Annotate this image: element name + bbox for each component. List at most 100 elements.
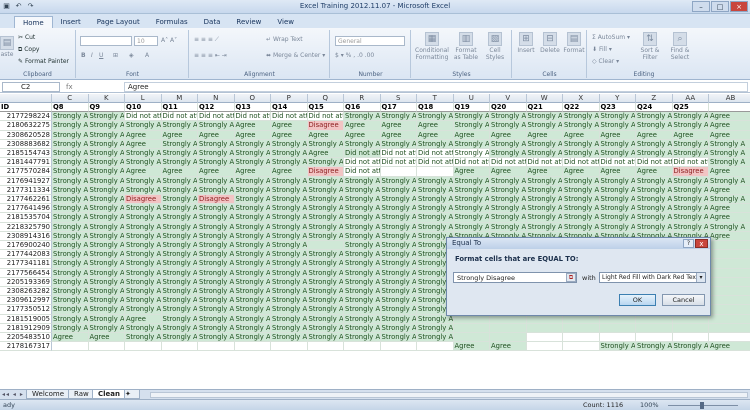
data-cell[interactable]: Strongly A [344,231,381,241]
data-cell[interactable]: Strongly A [271,287,308,297]
data-cell[interactable] [380,167,417,177]
data-cell[interactable]: Agree [453,167,490,177]
data-cell[interactable]: Strongly A [198,176,235,186]
data-cell[interactable]: Strongly A [380,296,417,306]
row-id-cell[interactable]: 2177462261 [0,195,52,205]
data-cell[interactable]: Strongly A [234,213,271,223]
data-cell[interactable]: Strongly A [344,185,381,195]
data-cell[interactable]: Strongly A [636,176,673,186]
data-cell[interactable]: Strongly A [198,296,235,306]
data-cell[interactable]: Strongly A [636,195,673,205]
conditional-formatting-button[interactable]: ▦ Conditional Formatting [414,32,450,61]
data-cell[interactable]: Strongly A [307,296,344,306]
data-cell[interactable]: Strongly A [380,287,417,297]
data-cell[interactable]: Agree [417,121,454,131]
data-cell[interactable]: Strongly A [234,139,271,149]
header-cell[interactable]: Q20 [490,103,527,113]
data-cell[interactable]: Strongly A [344,241,381,251]
data-cell[interactable]: Strongly A [453,149,490,159]
data-cell[interactable]: Strongly A [417,213,454,223]
data-cell[interactable]: Strongly A [344,277,381,287]
data-cell[interactable]: Disagree [198,195,235,205]
data-cell[interactable]: Strongly A [672,112,709,122]
wrap-text-button[interactable]: ↵ Wrap Text [266,36,303,43]
currency-icon[interactable]: $ ▾ % , .0 .00 [335,52,374,59]
data-cell[interactable]: Strongly A [490,139,527,149]
data-cell[interactable]: Strongly A [125,222,162,232]
data-cell[interactable]: Strongly A [161,314,198,324]
data-cell[interactable]: Strongly A [125,333,162,343]
data-cell[interactable]: Strongly A [307,314,344,324]
data-cell[interactable]: Did not att [307,112,344,122]
data-cell[interactable]: Strongly A [307,333,344,343]
format-as-table-button[interactable]: ▥ Format as Table [452,32,480,61]
data-cell[interactable]: Strongly A [234,333,271,343]
data-cell[interactable]: Strongly A [271,139,308,149]
row-id-cell[interactable]: 2181535704 [0,213,52,223]
column-header[interactable]: S [381,94,417,103]
data-cell[interactable]: Strongly A [307,195,344,205]
row-id-cell[interactable]: 2177341181 [0,259,52,269]
data-cell[interactable]: Strongly A [490,149,527,159]
data-cell[interactable]: Strongly A [271,259,308,269]
data-cell[interactable]: Agree [161,130,198,140]
column-header[interactable]: P [271,94,308,103]
data-cell[interactable]: Strongly A [417,195,454,205]
data-cell[interactable]: Strongly A [198,139,235,149]
data-cell[interactable]: Agree [709,204,750,214]
data-cell[interactable]: Strongly A [344,268,381,278]
data-cell[interactable]: Strongly A [88,241,125,251]
data-cell[interactable]: Strongly A [307,268,344,278]
data-cell[interactable]: Strongly A [344,112,381,122]
paste-button[interactable]: ▤ aste [0,36,14,58]
data-cell[interactable]: Strongly A [490,185,527,195]
data-cell[interactable]: Strongly A [198,333,235,343]
data-cell[interactable]: Strongly A [307,213,344,223]
header-cell[interactable]: Q16 [344,103,381,113]
data-cell[interactable]: Strongly A [52,287,89,297]
data-cell[interactable]: Strongly A [380,250,417,260]
row-id-cell[interactable]: 2176900240 [0,241,52,251]
data-cell[interactable]: Agree [125,130,162,140]
data-cell[interactable]: Strongly A [672,185,709,195]
sort-filter-button[interactable]: ⇅ Sort & Filter [636,32,664,61]
data-cell[interactable]: Strongly A [52,130,89,140]
zoom-slider-handle[interactable] [700,402,704,409]
data-cell[interactable] [709,277,750,287]
data-cell[interactable]: Strongly A [52,314,89,324]
header-cell[interactable]: Q8 [52,103,89,113]
data-cell[interactable]: Strongly A [198,149,235,159]
data-cell[interactable]: Strongly A [271,333,308,343]
column-header[interactable]: X [563,94,600,103]
data-cell[interactable]: Strongly A [490,213,527,223]
data-cell[interactable]: Strongly A [198,287,235,297]
data-cell[interactable]: Strongly A [52,296,89,306]
data-cell[interactable]: Strongly A [198,231,235,241]
column-header[interactable]: T [417,94,454,103]
data-cell[interactable]: Did not att [198,112,235,122]
data-cell[interactable]: Strongly A [380,185,417,195]
row-id-cell[interactable]: 2205483510 [0,333,52,343]
data-cell[interactable]: Strongly A [88,139,125,149]
data-cell[interactable]: Strongly A [453,121,490,131]
data-cell[interactable]: Agree [125,139,162,149]
data-cell[interactable]: Strongly A [526,185,563,195]
data-cell[interactable] [599,323,636,333]
data-cell[interactable]: Strongly A [307,259,344,269]
data-cell[interactable]: Strongly A [307,185,344,195]
data-cell[interactable]: Strongly A [88,130,125,140]
data-cell[interactable]: Strongly A [125,305,162,315]
data-cell[interactable]: Strongly A [271,204,308,214]
column-header[interactable]: V [490,94,527,103]
data-cell[interactable]: Strongly A [52,241,89,251]
data-cell[interactable]: Strongly A [672,176,709,186]
data-cell[interactable] [709,250,750,260]
data-cell[interactable]: Strongly A [125,158,162,168]
data-cell[interactable]: Agree [709,130,750,140]
data-cell[interactable] [709,296,750,306]
data-cell[interactable] [417,167,454,177]
font-color-icon[interactable]: A [145,52,149,59]
data-cell[interactable]: Strongly A [417,139,454,149]
column-header[interactable]: R [344,94,381,103]
data-cell[interactable]: Strongly A [417,112,454,122]
